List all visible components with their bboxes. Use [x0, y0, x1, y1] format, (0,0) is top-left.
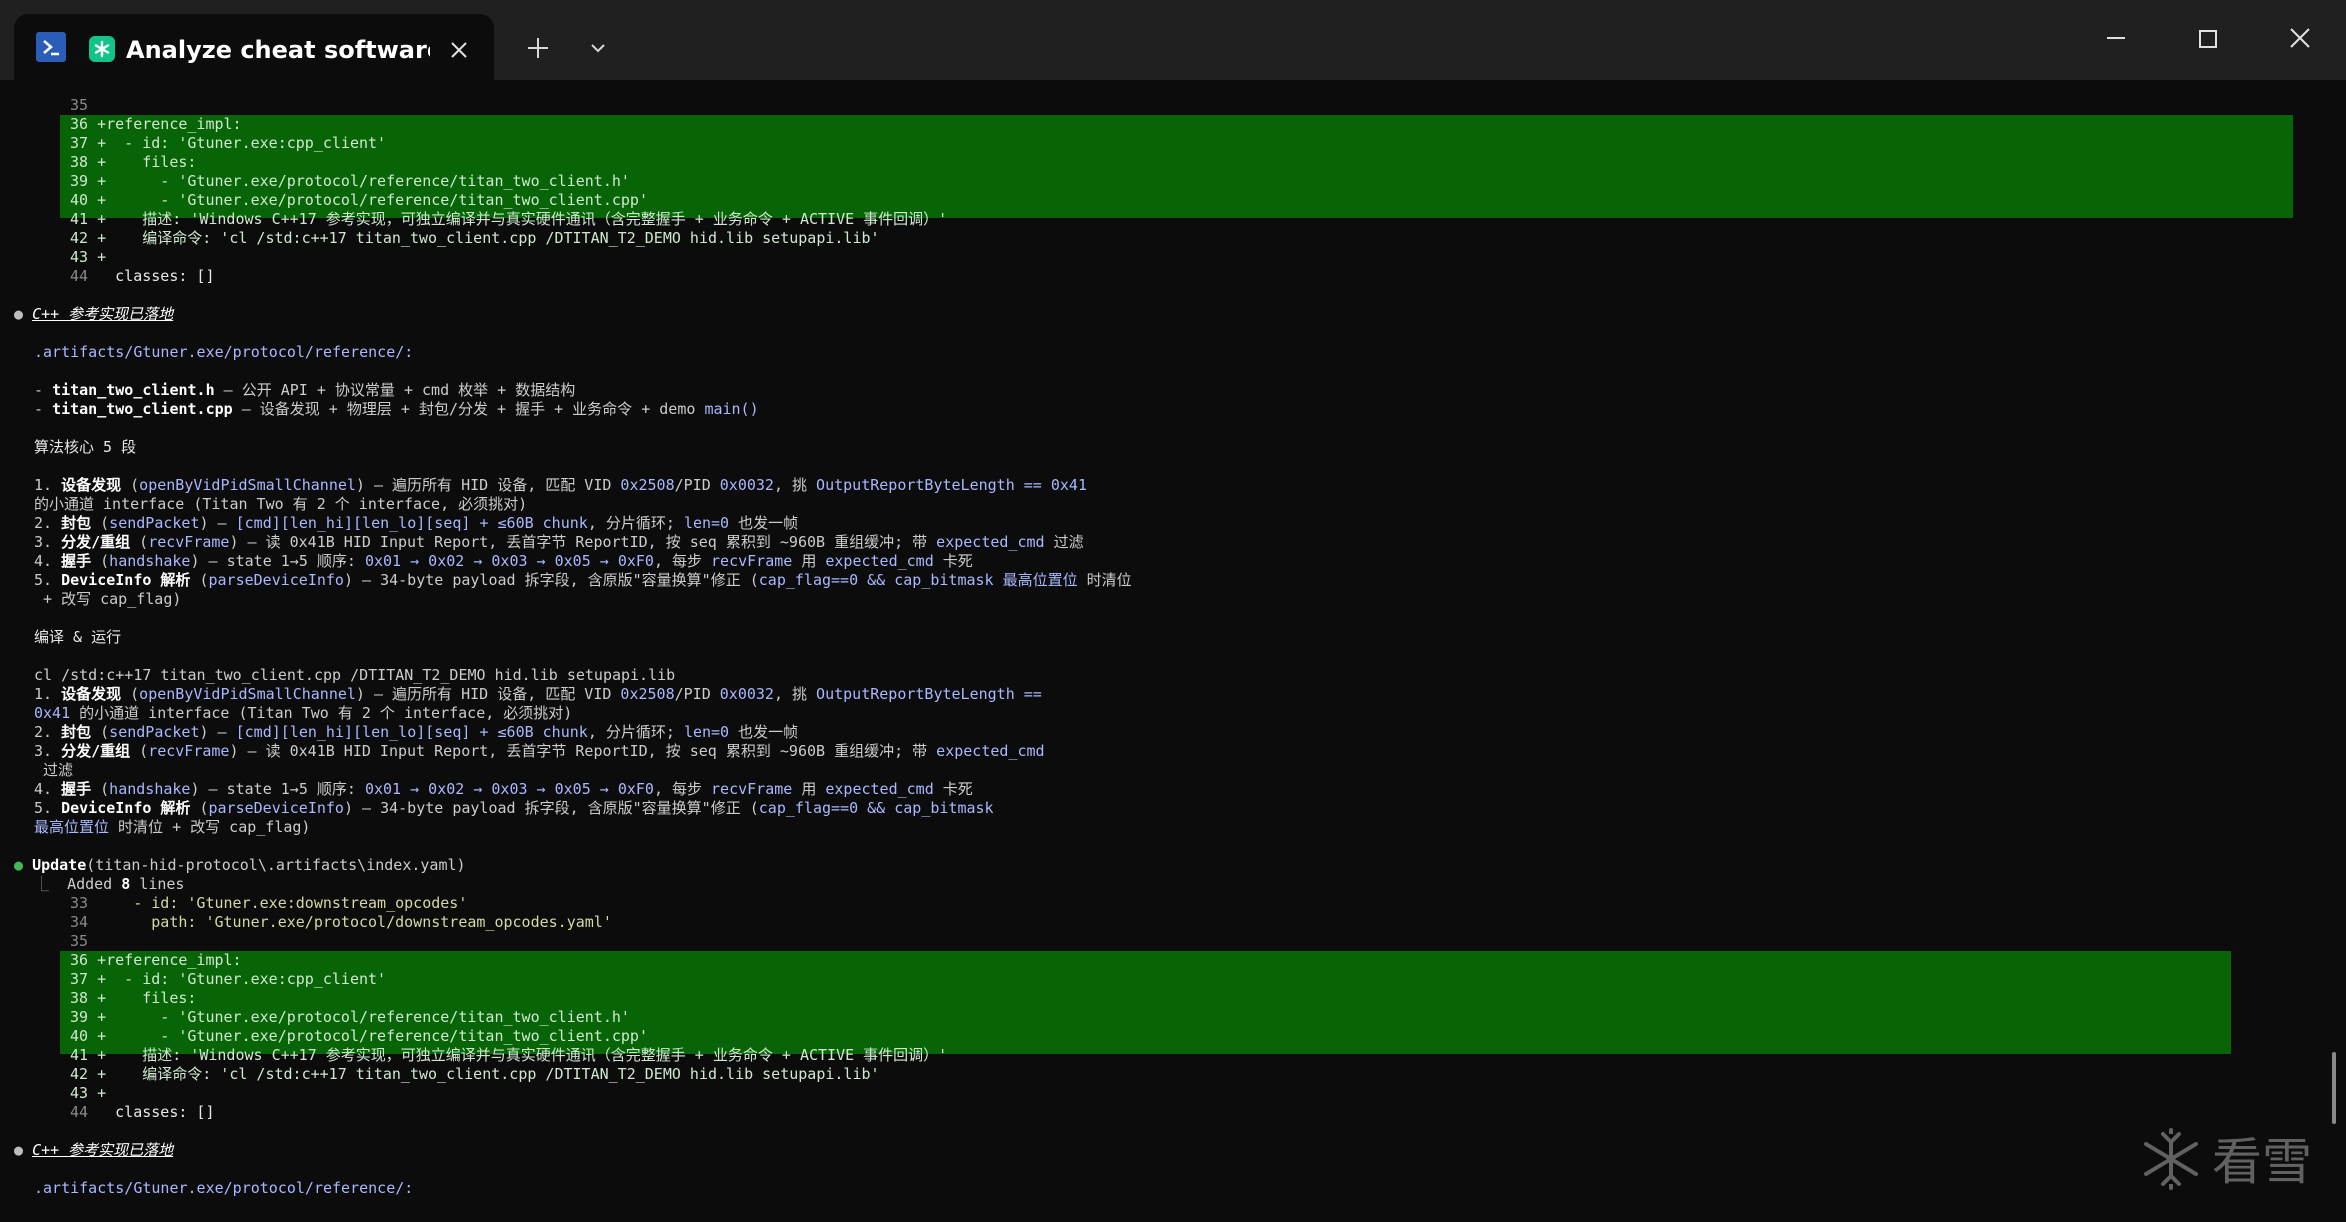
powershell-icon — [36, 32, 66, 62]
list-item: - titan_two_client.cpp — 设备发现 + 物理层 + 封包… — [34, 400, 759, 418]
tab-active[interactable]: Analyze cheat software har — [14, 14, 494, 80]
diff-line: 35 — [70, 96, 89, 114]
list-item: 2. 封包 (sendPacket) — [cmd][len_hi][len_l… — [34, 514, 799, 532]
list-item-cont: 过滤 — [34, 761, 74, 779]
diff-line: 44 classes: [] — [70, 1103, 215, 1121]
diff-line: 42 + 编译命令: 'cl /std:c++17 titan_two_clie… — [70, 229, 880, 247]
list-item: 4. 握手 (handshake) — state 1→5 顺序: 0x01 →… — [34, 780, 973, 798]
maximize-button[interactable] — [2186, 20, 2230, 56]
diff-line: 43 + — [70, 248, 107, 266]
diff-line: 39 + - 'Gtuner.exe/protocol/reference/ti… — [70, 1008, 630, 1026]
terminal-output[interactable]: 35 36 +reference_impl: 37 + - id: 'Gtune… — [0, 80, 2346, 1222]
watermark-text: 看雪 — [2212, 1133, 2312, 1191]
maximize-icon — [2199, 30, 2217, 48]
list-item: - titan_two_client.h — 公开 API + 协议常量 + c… — [34, 381, 576, 399]
diff-line: 40 + - 'Gtuner.exe/protocol/reference/ti… — [70, 1027, 648, 1045]
snowflake-icon — [2144, 1128, 2198, 1190]
scrollbar-thumb[interactable] — [2332, 1052, 2336, 1124]
list-item-cont: 的小通道 interface (Titan Two 有 2 个 interfac… — [34, 495, 528, 513]
claude-asterisk-icon — [89, 36, 115, 62]
new-tab-button[interactable] — [520, 30, 556, 66]
diff-line: 44 classes: [] — [70, 267, 215, 285]
list-item: 4. 握手 (handshake) — state 1→5 顺序: 0x01 →… — [34, 552, 973, 570]
diff-line: 37 + - id: 'Gtuner.exe:cpp_client' — [70, 970, 387, 988]
list-item: 1. 设备发现 (openByVidPidSmallChannel) — 遍历所… — [34, 685, 1042, 703]
build-command: cl /std:c++17 titan_two_client.cpp /DTIT… — [34, 666, 676, 684]
close-icon[interactable] — [444, 35, 474, 65]
diff-line: 35 — [70, 932, 89, 950]
diff-line: 43 + — [70, 1084, 107, 1102]
tab-dropdown-button[interactable] — [580, 30, 616, 66]
list-item: 5. DeviceInfo 解析 (parseDeviceInfo) — 34-… — [34, 571, 1132, 589]
tool-call-update: ● Update(titan-hid-protocol\.artifacts\i… — [14, 856, 466, 874]
list-item: 5. DeviceInfo 解析 (parseDeviceInfo) — 34-… — [34, 799, 994, 817]
path-text: .artifacts/Gtuner.exe/protocol/reference… — [34, 343, 414, 361]
path-text: .artifacts/Gtuner.exe/protocol/reference… — [34, 1179, 414, 1197]
section-heading: 编译 & 运行 — [34, 628, 122, 646]
list-item-cont: + 改写 cap_flag) — [34, 590, 182, 608]
section-heading: 算法核心 5 段 — [34, 438, 137, 456]
plus-icon — [528, 38, 548, 58]
diff-line: 41 + 描述: 'Windows C++17 参考实现，可独立编译并与真实硬件… — [70, 210, 948, 228]
diff-line: 39 + - 'Gtuner.exe/protocol/reference/ti… — [70, 172, 630, 190]
tool-result: ⎿ Added 8 lines — [34, 875, 185, 893]
watermark: 看雪 — [2138, 1126, 2328, 1196]
message-title: ● C++ 参考实现已落地 — [14, 305, 174, 323]
close-icon — [2290, 28, 2310, 48]
diff-line: 41 + 描述: 'Windows C++17 参考实现，可独立编译并与真实硬件… — [70, 1046, 948, 1064]
diff-line: 42 + 编译命令: 'cl /std:c++17 titan_two_clie… — [70, 1065, 880, 1083]
close-window-button[interactable] — [2278, 20, 2322, 56]
diff-line: 36 +reference_impl: — [70, 115, 242, 133]
list-item-cont: 最高位置位 时清位 + 改写 cap_flag) — [34, 818, 311, 836]
diff-line: 38 + files: — [70, 989, 197, 1007]
title-bar: Analyze cheat software har — [0, 0, 2346, 80]
chevron-down-icon — [591, 44, 605, 53]
tab-title: Analyze cheat software har — [126, 36, 430, 64]
list-item-cont: 0x41 的小通道 interface (Titan Two 有 2 个 int… — [34, 704, 573, 722]
message-title: ● C++ 参考实现已落地 — [14, 1141, 174, 1159]
list-item: 2. 封包 (sendPacket) — [cmd][len_hi][len_l… — [34, 723, 799, 741]
list-item: 1. 设备发现 (openByVidPidSmallChannel) — 遍历所… — [34, 476, 1087, 494]
list-item: 3. 分发/重组 (recvFrame) — 读 0x41B HID Input… — [34, 742, 1045, 760]
minimize-icon — [2107, 37, 2125, 39]
diff-line: 36 +reference_impl: — [70, 951, 242, 969]
list-item: 3. 分发/重组 (recvFrame) — 读 0x41B HID Input… — [34, 533, 1084, 551]
diff-line: 34 path: 'Gtuner.exe/protocol/downstream… — [70, 913, 612, 931]
diff-line: 40 + - 'Gtuner.exe/protocol/reference/ti… — [70, 191, 648, 209]
minimize-button[interactable] — [2094, 20, 2138, 56]
diff-line: 37 + - id: 'Gtuner.exe:cpp_client' — [70, 134, 387, 152]
diff-line: 38 + files: — [70, 153, 197, 171]
diff-line: 33 - id: 'Gtuner.exe:downstream_opcodes' — [70, 894, 468, 912]
